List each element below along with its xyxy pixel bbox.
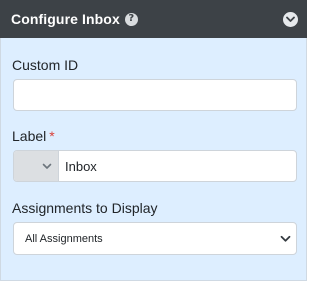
chevron-down-icon (42, 163, 52, 169)
label-field-label: Label * (12, 128, 55, 144)
panel-title: Configure Inbox (11, 11, 120, 27)
assignments-selected-value: All Assignments (25, 232, 103, 245)
label-field-label-text: Label (12, 128, 47, 144)
panel-body: Custom ID Label * Inbox Assignments to Di… (0, 38, 307, 281)
chevron-down-icon (280, 235, 291, 243)
label-language-select[interactable] (14, 151, 59, 181)
panel-header: Configure Inbox ? (0, 0, 307, 38)
configure-inbox-panel: Configure Inbox ? Custom ID Label * Inbox… (0, 0, 307, 283)
custom-id-input[interactable] (13, 79, 297, 111)
label-input[interactable]: Inbox (59, 151, 296, 181)
custom-id-label: Custom ID (12, 57, 78, 73)
question-circle-icon[interactable]: ? (124, 12, 138, 26)
assignments-label: Assignments to Display (12, 200, 158, 216)
required-indicator: * (49, 128, 55, 144)
label-input-group: Inbox (13, 150, 297, 182)
chevron-down-icon (286, 16, 295, 22)
assignments-label-text: Assignments to Display (12, 200, 158, 216)
custom-id-label-text: Custom ID (12, 57, 79, 73)
assignments-select[interactable]: All Assignments (13, 222, 297, 255)
collapse-button[interactable] (283, 11, 298, 27)
